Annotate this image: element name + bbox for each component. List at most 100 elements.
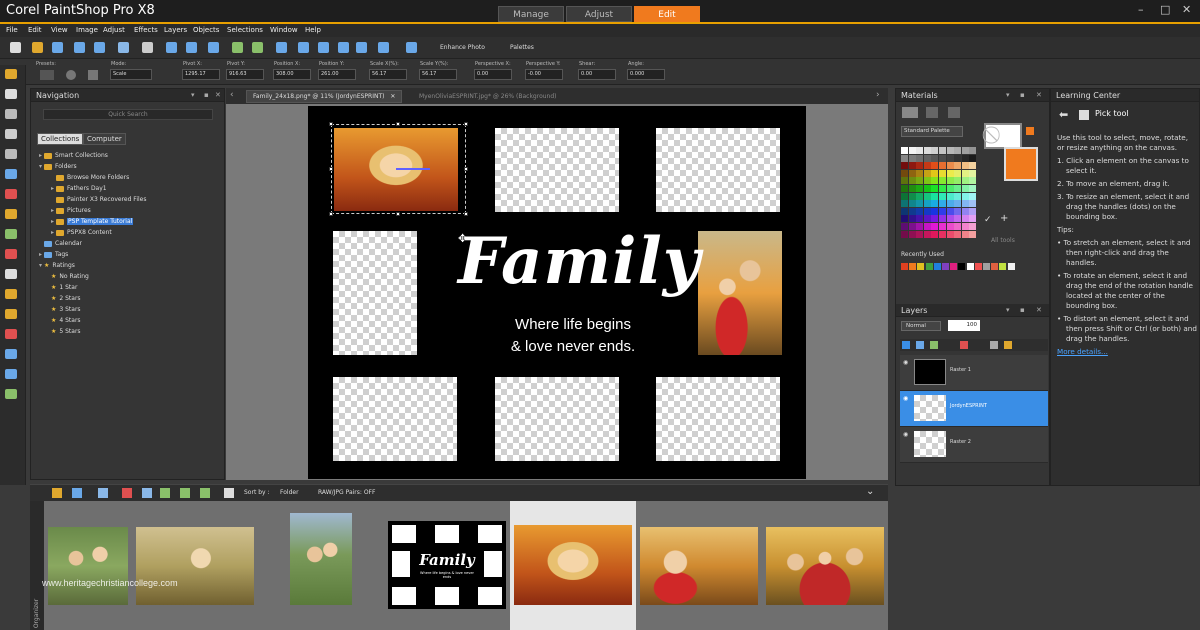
recent-color-swatch[interactable] (999, 263, 1007, 270)
color-swatch[interactable] (946, 230, 954, 238)
color-swatch[interactable] (901, 230, 908, 238)
color-swatch[interactable] (901, 207, 908, 215)
color-swatch[interactable] (931, 162, 939, 170)
photo-placeholder[interactable] (495, 128, 619, 212)
color-swatch[interactable] (946, 162, 954, 170)
document-canvas[interactable]: Family Where life begins & love never en… (308, 106, 806, 479)
tree-item-3-stars[interactable]: ★ 3 Stars (51, 305, 81, 315)
recent-color-swatch[interactable] (942, 263, 949, 270)
collapse-chevron-icon[interactable]: ⌄ (866, 486, 874, 497)
panel-pin-icon[interactable]: ▪ (204, 89, 209, 102)
enhance-photo-button[interactable]: Enhance Photo (440, 44, 485, 51)
color-swatch[interactable] (969, 200, 977, 208)
color-swatch[interactable] (954, 185, 962, 192)
color-swatch[interactable] (939, 185, 946, 192)
recent-color-swatch[interactable] (917, 263, 925, 270)
perspective-x-input[interactable]: 0.00 (474, 69, 512, 80)
scale-y-input[interactable]: 56.17 (419, 69, 457, 80)
tree-item-ratings[interactable]: ▾ ★ Ratings (39, 261, 75, 271)
color-swatch[interactable] (908, 177, 916, 185)
tree-item-browse-more-folders[interactable]: ▸Browse More Folders (51, 173, 129, 183)
zoom-actual-icon[interactable] (276, 42, 287, 53)
doc-tab-close-icon[interactable]: ✕ (390, 93, 395, 100)
color-swatch[interactable] (954, 215, 962, 223)
add-swatch-icon[interactable]: + (1000, 213, 1008, 224)
color-swatch[interactable] (946, 192, 954, 200)
color-swatch[interactable] (923, 192, 931, 200)
color-swatch[interactable] (908, 223, 916, 230)
color-swatch[interactable] (901, 147, 908, 154)
color-swatch[interactable] (961, 154, 969, 162)
thumbnail-photo[interactable] (290, 513, 352, 605)
pivot-y-input[interactable]: 916.63 (226, 69, 264, 80)
color-swatch[interactable] (939, 154, 946, 162)
dropper-icon[interactable]: ✓ (984, 215, 992, 225)
tab-adjust[interactable]: Adjust (566, 6, 632, 22)
tab-collections[interactable]: Collections (37, 133, 84, 145)
color-swatch[interactable] (923, 215, 931, 223)
color-swatch[interactable] (923, 177, 931, 185)
color-swatch[interactable] (946, 200, 954, 208)
share-icon[interactable] (118, 42, 129, 53)
print-icon[interactable] (142, 42, 153, 53)
perspective-y-input[interactable]: -0.00 (525, 69, 563, 80)
pan-tool-icon[interactable] (5, 69, 17, 79)
color-swatch[interactable] (908, 185, 916, 192)
recent-color-swatch[interactable] (958, 263, 966, 270)
sort-select[interactable]: Folder (280, 489, 299, 496)
photo-placeholder[interactable] (656, 377, 780, 461)
layer-row-raster-1[interactable]: ◉ Raster 1 (900, 355, 1048, 391)
color-swatch[interactable] (923, 147, 931, 154)
fit-window-icon[interactable] (298, 42, 309, 53)
color-swatch[interactable] (901, 154, 908, 162)
color-swatch[interactable] (969, 169, 977, 177)
color-swatch[interactable] (901, 215, 908, 223)
reset-icon[interactable] (66, 70, 76, 80)
enhance-photo-icon[interactable] (406, 42, 417, 53)
link-layer-icon[interactable] (990, 341, 998, 349)
menu-file[interactable]: File (6, 26, 18, 34)
angle-input[interactable]: 0.000 (627, 69, 665, 80)
color-swatch[interactable] (923, 169, 931, 177)
color-swatch[interactable] (908, 207, 916, 215)
color-swatch[interactable] (908, 154, 916, 162)
panel-menu-icon[interactable]: ▾ (1006, 304, 1010, 317)
tabs-scroll-right-icon[interactable]: › (876, 90, 880, 100)
tree-item-psp-template-tutorial[interactable]: ▸ PSP Template Tutorial (51, 217, 134, 227)
recent-color-swatch[interactable] (909, 263, 917, 270)
scan-icon[interactable] (52, 42, 63, 53)
visibility-icon[interactable]: ◉ (903, 395, 908, 402)
color-swatch[interactable] (931, 230, 939, 238)
color-swatch[interactable] (954, 147, 962, 154)
menu-layers[interactable]: Layers (164, 26, 187, 34)
rotate-right-icon[interactable] (252, 42, 263, 53)
color-swatch[interactable] (923, 185, 931, 192)
color-swatch[interactable] (931, 147, 939, 154)
color-swatch[interactable] (969, 185, 977, 192)
mode-select[interactable]: Scale (110, 69, 152, 80)
tagline-line-2[interactable]: & love never ends. (458, 338, 688, 355)
straighten-tool-icon[interactable] (5, 169, 17, 179)
resize-handle[interactable] (329, 167, 333, 171)
pen-tool-icon[interactable] (5, 389, 17, 399)
zoom-out-icon[interactable] (356, 42, 367, 53)
color-swatch[interactable] (939, 223, 946, 230)
swatch-mode-icon[interactable] (948, 107, 960, 118)
shape-tool-icon[interactable] (5, 369, 17, 379)
panel-pin-icon[interactable]: ▪ (1020, 304, 1025, 317)
share-icon[interactable] (142, 488, 152, 498)
minimize-icon[interactable]: – (1138, 3, 1144, 16)
close-icon[interactable]: ✕ (1182, 3, 1191, 16)
visibility-icon[interactable]: ◉ (903, 359, 908, 366)
tree-item-2-stars[interactable]: ★ 2 Stars (51, 294, 81, 304)
doc-tab-family[interactable]: Family_24x18.png* @ 11% (JordynESPRINT) … (246, 90, 403, 103)
resize-handle[interactable] (396, 122, 400, 126)
color-swatch[interactable] (931, 200, 939, 208)
tree-item-1-star[interactable]: ★ 1 Star (51, 283, 77, 293)
menu-edit[interactable]: Edit (28, 26, 42, 34)
photo-placeholder[interactable] (656, 128, 780, 212)
color-swatch[interactable] (931, 154, 939, 162)
tree-item-folders[interactable]: ▾ Folders (39, 162, 77, 172)
panel-menu-icon[interactable]: ▾ (1006, 89, 1010, 102)
text-tool-icon[interactable] (5, 349, 17, 359)
